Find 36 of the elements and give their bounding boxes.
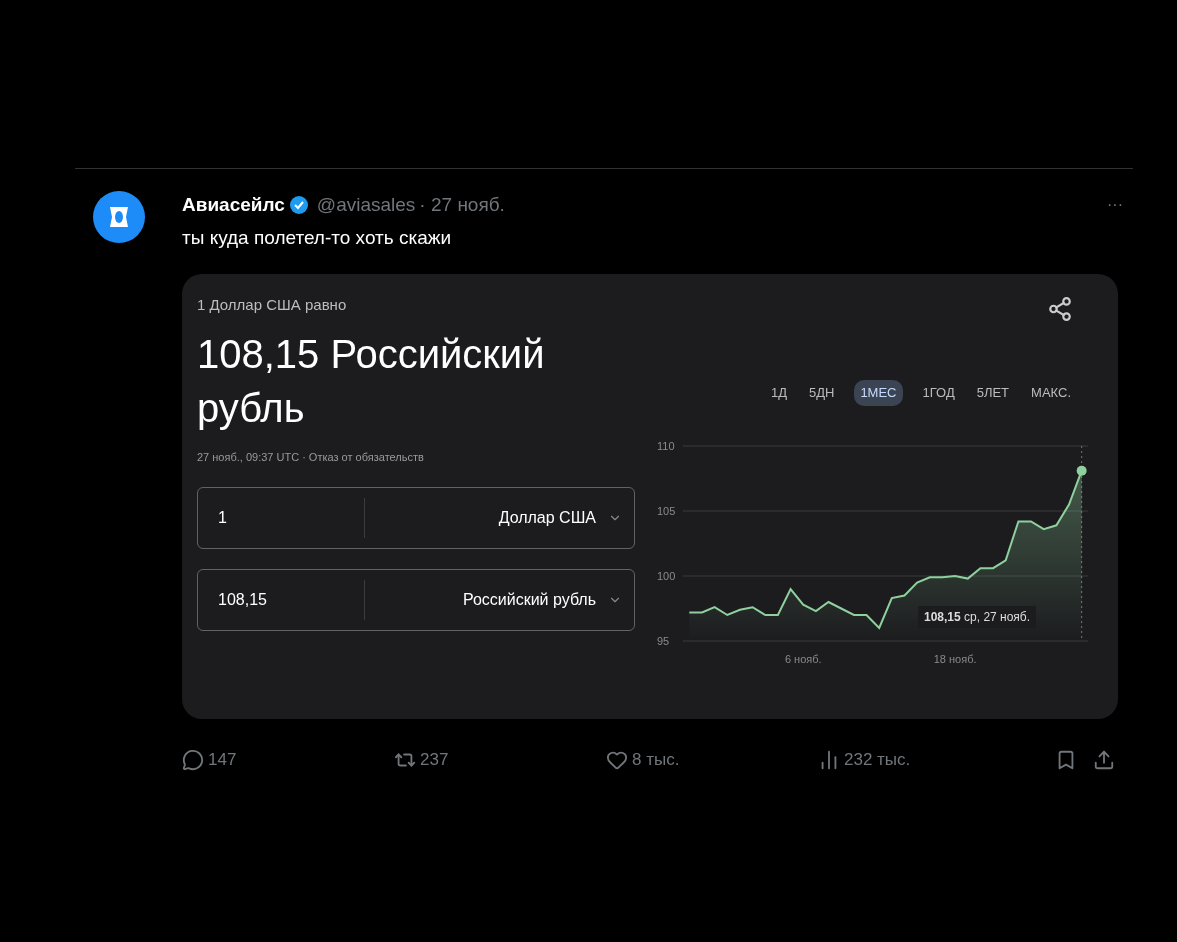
author-name[interactable]: Авиасейлс <box>182 191 285 220</box>
currency-field[interactable]: 1 Доллар США <box>197 487 635 549</box>
reply-icon[interactable] <box>182 748 204 771</box>
range-tab[interactable]: МАКС. <box>1029 380 1073 406</box>
chart-tooltip: 108,15 ср, 27 нояб. <box>918 605 1037 628</box>
conversion-result: 108,15 Российский рубль <box>197 330 546 432</box>
timestamp: 27 нояб., 09:37 UTC · Отказ от обязательств <box>197 449 425 465</box>
axis-label: 110 <box>657 439 675 452</box>
share-icon[interactable] <box>1047 296 1073 322</box>
avatar[interactable] <box>93 191 145 243</box>
action-count: 232 тыс. <box>844 749 911 771</box>
post-text: ты куда полетел-то хоть скажи <box>182 225 453 250</box>
amount-value: 1 <box>198 498 365 538</box>
axis-label: 18 нояб. <box>933 652 977 665</box>
post-date[interactable]: · 27 нояб. <box>419 191 505 220</box>
range-tab[interactable]: 1ГОД <box>920 380 957 406</box>
currency-name: Доллар США <box>497 508 596 528</box>
axis-label: 6 нояб. <box>784 652 822 665</box>
action-count: 147 <box>208 749 237 771</box>
action-count: 8 тыс. <box>632 749 680 771</box>
range-tab[interactable]: 5ЛЕТ <box>974 380 1012 406</box>
range-tab[interactable]: 5ДН <box>806 380 837 406</box>
caption: 1 Доллар США равно <box>197 295 348 315</box>
currency-field[interactable]: 108,15 Российский рубль <box>197 569 635 631</box>
range-tab[interactable]: 1МЕС <box>854 380 903 406</box>
axis-label: 95 <box>657 634 670 647</box>
axis-label: 105 <box>657 504 676 517</box>
amount-value: 108,15 <box>198 580 365 620</box>
action-count: 237 <box>420 749 449 771</box>
chart-point <box>1076 465 1087 476</box>
share-icon[interactable] <box>1093 748 1115 771</box>
more-button[interactable]: ··· <box>1107 193 1123 218</box>
range-tab[interactable]: 1Д <box>768 380 789 406</box>
author-handle[interactable]: @aviasales <box>316 191 416 220</box>
axis-label: 100 <box>657 569 676 582</box>
currency-name: Российский рубль <box>461 590 596 610</box>
